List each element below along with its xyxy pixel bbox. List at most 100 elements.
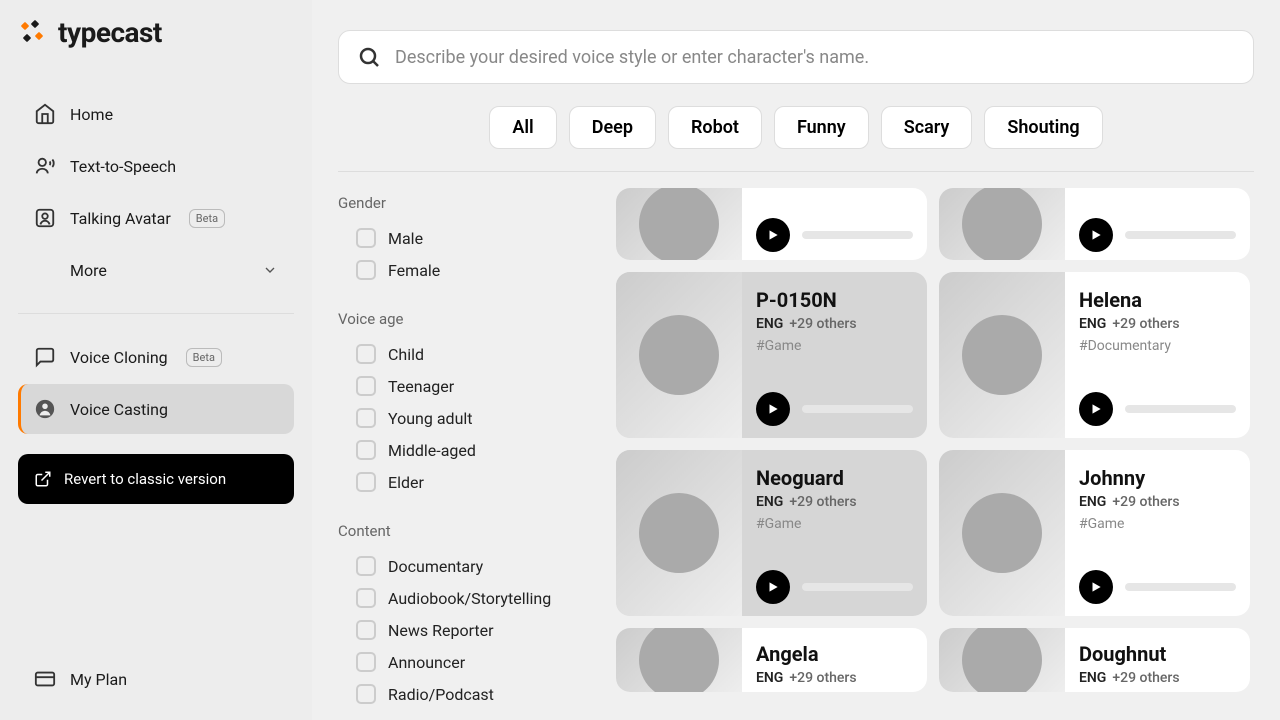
checkbox[interactable] [356,556,376,576]
blank-icon [34,259,56,281]
play-button[interactable] [756,392,790,426]
filter-male[interactable]: Male [338,222,588,254]
card-image [616,188,742,260]
filter-title: Content [338,522,588,540]
filter-label: News Reporter [388,621,494,640]
brand-name: typecast [58,16,162,49]
nav-label: My Plan [70,670,127,689]
home-icon [34,103,56,125]
search-input[interactable] [395,47,1235,68]
filter-middle-aged[interactable]: Middle-aged [338,434,588,466]
sidebar-item-text-to-speech[interactable]: Text-to-Speech [18,141,294,191]
plan-icon [34,668,56,690]
play-button[interactable] [1079,392,1113,426]
sidebar-item-home[interactable]: Home [18,89,294,139]
cast-icon [34,398,56,420]
chip-all[interactable]: All [489,106,556,149]
checkbox[interactable] [356,408,376,428]
checkbox[interactable] [356,652,376,672]
filter-news-reporter[interactable]: News Reporter [338,614,588,646]
voice-card[interactable]: NeoguardENG+29 others#Game [616,450,927,616]
waveform[interactable] [802,231,913,239]
play-button[interactable] [756,218,790,252]
card-tag: #Game [756,338,913,354]
filter-elder[interactable]: Elder [338,466,588,498]
filter-radio-podcast[interactable]: Radio/Podcast [338,678,588,710]
checkbox[interactable] [356,440,376,460]
voice-card[interactable] [616,188,927,260]
play-icon [766,402,780,416]
card-image [939,450,1065,616]
checkbox[interactable] [356,228,376,248]
logo-icon [18,17,50,49]
nav-label: Voice Casting [70,400,168,419]
play-icon [1089,228,1103,242]
card-tag: #Documentary [1079,338,1236,354]
filter-announcer[interactable]: Announcer [338,646,588,678]
waveform[interactable] [1125,583,1236,591]
checkbox[interactable] [356,376,376,396]
voice-card[interactable] [939,188,1250,260]
voice-card[interactable]: AngelaENG+29 others [616,628,927,692]
filter-label: Audiobook/Storytelling [388,589,551,608]
voice-card[interactable]: DoughnutENG+29 others [939,628,1250,692]
play-icon [1089,580,1103,594]
chip-shouting[interactable]: Shouting [984,106,1102,149]
sidebar-item-voice-casting[interactable]: Voice Casting [18,384,294,434]
chip-deep[interactable]: Deep [569,106,656,149]
checkbox[interactable] [356,260,376,280]
card-image [939,628,1065,692]
tts-icon [34,155,56,177]
chip-robot[interactable]: Robot [668,106,762,149]
filter-female[interactable]: Female [338,254,588,286]
external-link-icon [34,470,52,488]
search-bar[interactable] [338,30,1254,84]
checkbox[interactable] [356,472,376,492]
play-icon [766,580,780,594]
filter-audiobook-storytelling[interactable]: Audiobook/Storytelling [338,582,588,614]
filter-documentary[interactable]: Documentary [338,550,588,582]
sidebar-item-voice-cloning[interactable]: Voice Cloning Beta [18,332,294,382]
clone-icon [34,346,56,368]
avatar-icon [34,207,56,229]
play-icon [766,228,780,242]
waveform[interactable] [802,583,913,591]
card-title: Helena [1079,288,1236,312]
checkbox[interactable] [356,684,376,704]
filter-label: Young adult [388,409,473,428]
voice-card[interactable]: JohnnyENG+29 others#Game [939,450,1250,616]
sidebar-item-my-plan[interactable]: My Plan [18,654,294,704]
play-button[interactable] [1079,570,1113,604]
filter-young-adult[interactable]: Young adult [338,402,588,434]
chevron-down-icon [262,262,278,278]
search-icon [357,45,381,69]
chip-funny[interactable]: Funny [774,106,869,149]
waveform[interactable] [1125,405,1236,413]
play-button[interactable] [1079,218,1113,252]
filter-label: Announcer [388,653,465,672]
revert-button[interactable]: Revert to classic version [18,454,294,504]
waveform[interactable] [802,405,913,413]
filter-child[interactable]: Child [338,338,588,370]
brand-logo[interactable]: typecast [18,16,294,49]
sidebar-item-more[interactable]: More [18,245,294,295]
checkbox[interactable] [356,344,376,364]
card-tag: #Game [756,516,913,532]
waveform[interactable] [1125,231,1236,239]
play-button[interactable] [756,570,790,604]
card-image [616,628,742,692]
beta-badge: Beta [186,348,222,367]
checkbox[interactable] [356,588,376,608]
filter-label: Teenager [388,377,454,396]
voice-card[interactable]: HelenaENG+29 others#Documentary [939,272,1250,438]
filter-teenager[interactable]: Teenager [338,370,588,402]
card-meta: ENG+29 others [756,494,913,510]
filter-label: Middle-aged [388,441,476,460]
checkbox[interactable] [356,620,376,640]
card-image [616,272,742,438]
nav-label: Voice Cloning [70,348,168,367]
voice-card[interactable]: P-0150NENG+29 others#Game [616,272,927,438]
chip-scary[interactable]: Scary [881,106,973,149]
sidebar-item-talking-avatar[interactable]: Talking AvatarBeta [18,193,294,243]
nav-label: Talking Avatar [70,209,171,228]
